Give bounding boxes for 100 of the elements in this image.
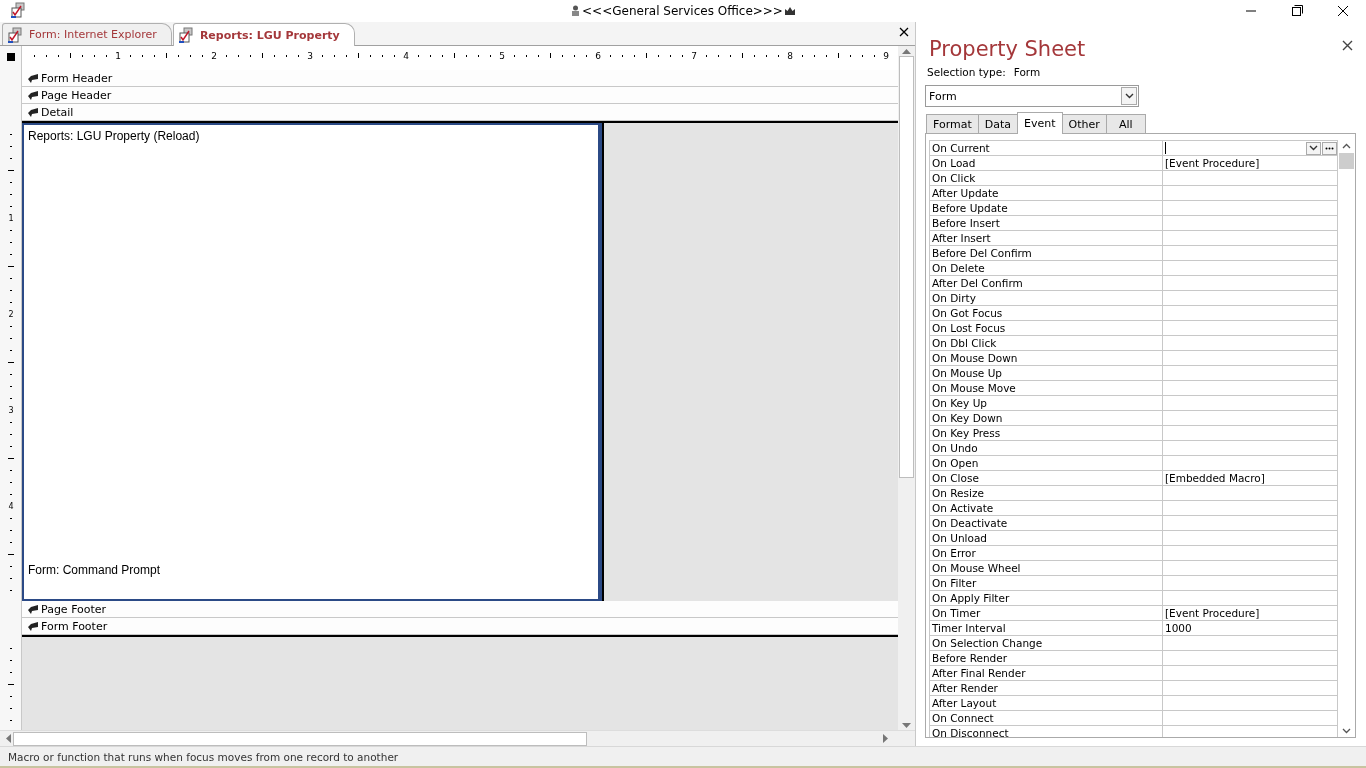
property-value-field[interactable] — [1163, 441, 1338, 456]
property-value-field[interactable] — [1163, 321, 1338, 336]
property-name[interactable]: After Del Confirm — [930, 276, 1163, 291]
property-value-field[interactable] — [1163, 516, 1338, 531]
property-name[interactable]: On Filter — [930, 576, 1163, 591]
property-tab[interactable]: All — [1105, 114, 1146, 133]
property-value-field[interactable] — [1163, 396, 1338, 411]
property-value-field[interactable] — [1163, 216, 1338, 231]
property-value-field[interactable] — [1163, 291, 1338, 306]
property-value-field[interactable]: [Event Procedure] — [1163, 156, 1338, 171]
scroll-down-icon[interactable] — [1341, 728, 1351, 734]
property-name[interactable]: On Key Down — [930, 411, 1163, 426]
property-value-field[interactable]: 1000 — [1163, 621, 1338, 636]
close-icon[interactable] — [899, 27, 909, 37]
property-value-field[interactable] — [1163, 261, 1338, 276]
property-name[interactable]: On Mouse Move — [930, 381, 1163, 396]
property-name[interactable]: Before Insert — [930, 216, 1163, 231]
property-value-field[interactable] — [1163, 306, 1338, 321]
property-value-field[interactable] — [1163, 681, 1338, 696]
scroll-up-icon[interactable] — [1341, 143, 1351, 149]
section-bar[interactable]: Form Header — [41, 71, 113, 85]
property-name[interactable]: On Open — [930, 456, 1163, 471]
property-name[interactable]: On Mouse Down — [930, 351, 1163, 366]
property-name[interactable]: On Timer — [930, 606, 1163, 621]
property-value-field[interactable] — [1163, 531, 1338, 546]
property-name[interactable]: On Close — [930, 471, 1163, 486]
scroll-left-icon[interactable] — [6, 734, 11, 744]
property-name[interactable]: Timer Interval — [930, 621, 1163, 636]
property-name[interactable]: On Resize — [930, 486, 1163, 501]
property-name[interactable]: On Key Press — [930, 426, 1163, 441]
property-tab[interactable]: Event — [1017, 112, 1063, 134]
section-bar[interactable]: Page Footer — [41, 602, 107, 616]
property-name[interactable]: On Click — [930, 171, 1163, 186]
property-name[interactable]: On Deactivate — [930, 516, 1163, 531]
property-value-field[interactable] — [1163, 636, 1338, 651]
property-value-field[interactable] — [1163, 591, 1338, 606]
property-name[interactable]: On Undo — [930, 441, 1163, 456]
property-name[interactable]: On Current — [930, 141, 1163, 156]
section-bar[interactable]: Page Header — [41, 88, 112, 102]
property-value-field[interactable]: [Embedded Macro] — [1163, 471, 1338, 486]
label-control[interactable]: Form: Command Prompt — [28, 563, 598, 578]
document-tab[interactable]: Reports: LGU Property — [172, 23, 355, 47]
property-value-field[interactable] — [1163, 426, 1338, 441]
property-name[interactable]: On Selection Change — [930, 636, 1163, 651]
label-control[interactable]: Reports: LGU Property (Reload) — [28, 129, 598, 144]
property-name[interactable]: On Apply Filter — [930, 591, 1163, 606]
scroll-thumb[interactable] — [13, 731, 587, 746]
property-value-field[interactable] — [1163, 456, 1338, 471]
object-dropdown[interactable]: Form — [925, 85, 1139, 107]
property-value-field[interactable]: [Event Procedure] — [1163, 606, 1338, 621]
section-bar[interactable]: Detail — [41, 105, 74, 119]
property-value-field[interactable] — [1163, 351, 1338, 366]
property-name[interactable]: On Delete — [930, 261, 1163, 276]
property-name[interactable]: On Mouse Up — [930, 366, 1163, 381]
property-value-field[interactable] — [1163, 381, 1338, 396]
property-name[interactable]: On Connect — [930, 711, 1163, 726]
property-value-field[interactable] — [1163, 276, 1338, 291]
property-value-field[interactable] — [1163, 186, 1338, 201]
property-name[interactable]: On Lost Focus — [930, 321, 1163, 336]
property-name[interactable]: After Update — [930, 186, 1163, 201]
document-tab[interactable]: Form: Internet Explorer — [2, 23, 172, 46]
property-value-field[interactable] — [1163, 666, 1338, 681]
property-value-field[interactable] — [1163, 561, 1338, 576]
scroll-thumb[interactable] — [1338, 153, 1354, 169]
property-value-field[interactable] — [1163, 141, 1338, 156]
property-value-field[interactable] — [1163, 696, 1338, 711]
property-name[interactable]: Before Del Confirm — [930, 246, 1163, 261]
property-name[interactable]: On Dbl Click — [930, 336, 1163, 351]
property-name[interactable]: On Unload — [930, 531, 1163, 546]
property-name[interactable]: On Activate — [930, 501, 1163, 516]
property-tab[interactable]: Other — [1061, 114, 1107, 133]
close-icon[interactable] — [1342, 40, 1353, 51]
property-value-field[interactable] — [1163, 501, 1338, 516]
scroll-thumb[interactable] — [899, 56, 914, 479]
property-value-field[interactable] — [1163, 201, 1338, 216]
property-value-field[interactable] — [1163, 171, 1338, 186]
scroll-right-icon[interactable] — [883, 734, 888, 744]
property-name[interactable]: After Render — [930, 681, 1163, 696]
property-tab[interactable]: Data — [977, 114, 1019, 133]
property-name[interactable]: On Mouse Wheel — [930, 561, 1163, 576]
property-value-field[interactable] — [1163, 711, 1338, 726]
property-name[interactable]: On Got Focus — [930, 306, 1163, 321]
select-all-icon[interactable] — [6, 53, 15, 62]
property-value-field[interactable] — [1163, 246, 1338, 261]
property-name[interactable]: On Key Up — [930, 396, 1163, 411]
property-value-field[interactable] — [1163, 231, 1338, 246]
property-name[interactable]: On Dirty — [930, 291, 1163, 306]
property-name[interactable]: After Layout — [930, 696, 1163, 711]
property-name[interactable]: After Insert — [930, 231, 1163, 246]
property-name[interactable]: On Error — [930, 546, 1163, 561]
property-name[interactable]: On Load — [930, 156, 1163, 171]
property-value-field[interactable] — [1163, 651, 1338, 666]
property-value-field[interactable] — [1163, 336, 1338, 351]
property-name[interactable]: After Final Render — [930, 666, 1163, 681]
property-value-field[interactable] — [1163, 576, 1338, 591]
property-name[interactable]: Before Update — [930, 201, 1163, 216]
section-bar[interactable]: Form Footer — [41, 619, 108, 633]
property-value-field[interactable] — [1163, 486, 1338, 501]
property-tab[interactable]: Format — [926, 114, 979, 133]
property-value-field[interactable] — [1163, 546, 1338, 561]
